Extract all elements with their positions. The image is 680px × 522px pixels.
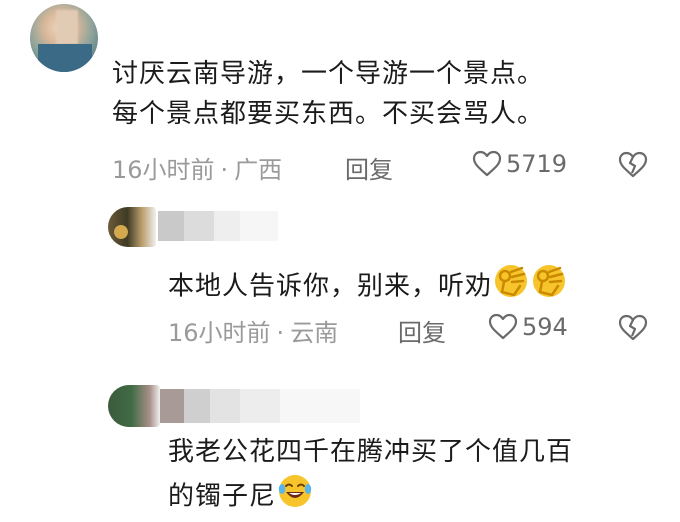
meta-separator: · xyxy=(276,319,285,347)
username-mosaic xyxy=(158,211,278,241)
heart-icon xyxy=(472,150,502,177)
reply-text-line: 我老公花四千在腾冲买了个值几百 xyxy=(168,437,574,467)
reply-text-content: 本地人告诉你，别来，听劝 xyxy=(168,271,493,302)
meta-separator: · xyxy=(220,156,229,184)
reply-button[interactable]: 回复 xyxy=(345,150,393,185)
timestamp: 16小时前 xyxy=(112,156,215,184)
heart-icon xyxy=(488,313,518,340)
like-count: 5719 xyxy=(506,150,568,178)
reply-text: 我老公花四千在腾冲买了个值几百 的镯子尼 xyxy=(168,432,573,522)
comment-text: 讨厌云南导游，一个导游一个景点。 每个景点都要买东西。不买会骂人。 xyxy=(112,54,544,134)
avatar-mosaic xyxy=(56,10,78,44)
location: 广西 xyxy=(234,156,283,184)
like-button[interactable]: 5719 xyxy=(472,150,567,178)
avatar[interactable] xyxy=(30,4,98,72)
username-mosaic xyxy=(160,389,360,423)
avatar[interactable] xyxy=(108,385,160,427)
ok-hand-emoji xyxy=(530,262,568,312)
laughing-tears-emoji xyxy=(276,472,314,522)
ok-hand-emoji xyxy=(492,262,530,312)
dislike-button[interactable] xyxy=(618,151,648,183)
location: 云南 xyxy=(290,319,339,347)
reply-text: 本地人告诉你，别来，听劝 xyxy=(168,262,568,312)
comment-meta: 16小时前 · 广西 xyxy=(112,150,282,185)
comment-text-line: 讨厌云南导游，一个导游一个景点。 xyxy=(112,59,545,89)
reply-text-line: 的镯子尼 xyxy=(168,481,277,512)
reply-meta: 16小时前 · 云南 xyxy=(168,313,338,348)
comment-text-line: 每个景点都要买东西。不买会骂人。 xyxy=(112,99,545,129)
avatar-mosaic xyxy=(114,225,128,239)
broken-heart-icon xyxy=(618,314,648,341)
like-button[interactable]: 594 xyxy=(488,313,568,341)
dislike-button[interactable] xyxy=(618,314,648,346)
like-count: 594 xyxy=(522,313,568,341)
avatar-mosaic xyxy=(38,44,92,72)
avatar[interactable] xyxy=(108,207,156,247)
reply-button[interactable]: 回复 xyxy=(398,313,446,348)
reply-text-line-2: 的镯子尼 xyxy=(168,472,573,522)
timestamp: 16小时前 xyxy=(168,319,271,347)
broken-heart-icon xyxy=(618,151,648,178)
